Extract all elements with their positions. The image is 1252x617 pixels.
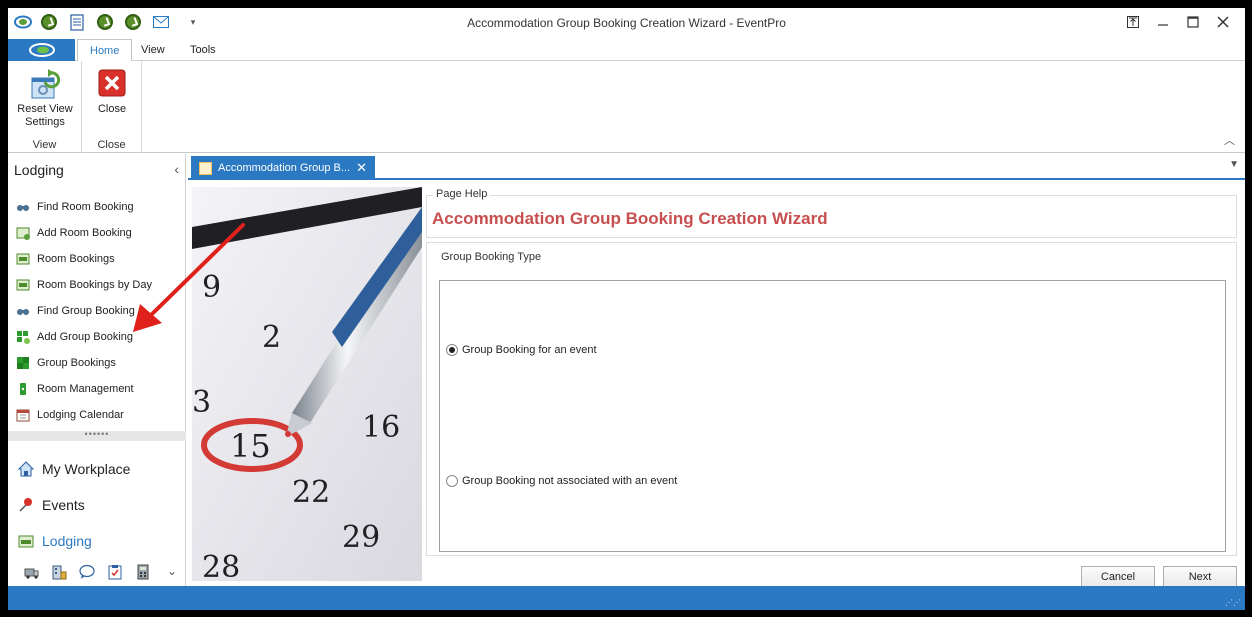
module-events[interactable]: Events: [18, 493, 85, 517]
group-booking-type-panel: Group Booking Type Group Booking for an …: [426, 242, 1237, 556]
resize-grip-icon[interactable]: ⋰⋰: [1225, 598, 1241, 607]
ribbon-group-label-close: Close: [97, 139, 126, 151]
minimize-button[interactable]: [1152, 13, 1174, 33]
pushpin-icon: [18, 497, 34, 513]
app-window: ▾ Accommodation Group Booking Creation W…: [8, 8, 1245, 610]
group-booking-type-label: Group Booking Type: [441, 251, 542, 263]
app-logo-icon: [28, 43, 55, 57]
tab-home[interactable]: Home: [77, 39, 133, 62]
nav-item-add-room-booking[interactable]: Add Room Booking: [16, 223, 132, 243]
nav-footer: ⌄: [8, 558, 186, 586]
close-icon: [98, 69, 126, 97]
clipboard-icon[interactable]: [107, 564, 123, 580]
radio-group-booking-no-event[interactable]: Group Booking not associated with an eve…: [446, 473, 677, 489]
tab-accommodation-group-booking[interactable]: Accommodation Group B... ✕: [191, 156, 375, 180]
calendar-icon: [16, 408, 30, 422]
group-bookings-icon: [16, 356, 30, 370]
svg-text:29: 29: [342, 520, 380, 555]
module-lodging[interactable]: Lodging: [18, 529, 92, 553]
collapse-ribbon-icon[interactable]: ︿: [1224, 132, 1235, 148]
nav-item-room-bookings-by-day[interactable]: Room Bookings by Day: [16, 275, 152, 295]
building-icon[interactable]: [51, 564, 67, 580]
nav-item-add-group-booking[interactable]: Add Group Booking: [16, 327, 133, 347]
calculator-icon[interactable]: [135, 564, 151, 580]
wizard-tab-icon: [199, 161, 212, 175]
navigation-pane: Lodging ‹ Find Room Booking Add Room Boo…: [8, 154, 186, 586]
tab-list-dropdown-icon[interactable]: ▼: [1229, 159, 1239, 170]
chat-icon[interactable]: [79, 564, 95, 580]
document-tab-strip: Accommodation Group B... ✕ ▼: [188, 154, 1245, 180]
ribbon-group-view: Reset View Settings View: [8, 61, 82, 153]
add-group-icon: [16, 330, 30, 344]
collapse-nav-icon[interactable]: ‹: [174, 161, 179, 177]
nav-item-lodging-calendar[interactable]: Lodging Calendar: [16, 405, 124, 425]
window-title: Accommodation Group Booking Creation Wiz…: [467, 16, 786, 30]
page-help-label: Page Help: [433, 188, 491, 200]
chevron-down-icon[interactable]: ⌄: [164, 564, 180, 580]
ribbon-group-close: Close Close: [82, 61, 142, 153]
maximize-button[interactable]: [1182, 13, 1204, 33]
nav-header: Lodging: [14, 162, 64, 178]
home-icon: [17, 461, 35, 477]
module-my-workplace[interactable]: My Workplace: [17, 457, 130, 481]
cancel-button[interactable]: Cancel: [1081, 566, 1155, 588]
room-management-icon: [16, 382, 30, 396]
nav-item-find-group-booking[interactable]: Find Group Booking: [16, 301, 135, 321]
close-window-button[interactable]: [1212, 13, 1234, 33]
binoculars-icon: [16, 304, 30, 318]
calendar-pen-image: 9 2 3 16 22 29 28 15: [192, 187, 422, 581]
svg-text:28: 28: [202, 550, 240, 581]
binoculars-icon: [16, 200, 30, 214]
nav-item-find-room-booking[interactable]: Find Room Booking: [16, 197, 134, 217]
svg-text:3: 3: [192, 385, 211, 420]
tab-tools[interactable]: Tools: [178, 39, 228, 61]
reset-view-settings-button[interactable]: Reset View Settings: [12, 69, 78, 129]
svg-text:9: 9: [202, 270, 221, 305]
next-button[interactable]: Next: [1163, 566, 1237, 588]
nav-item-group-bookings[interactable]: Group Bookings: [16, 353, 116, 373]
ribbon-group-label-view: View: [32, 139, 57, 151]
reset-view-icon: [31, 69, 61, 99]
svg-text:2: 2: [262, 320, 281, 355]
nav-item-room-bookings[interactable]: Room Bookings: [16, 249, 115, 269]
svg-text:15: 15: [230, 427, 271, 465]
file-menu-button[interactable]: [8, 39, 75, 61]
nav-item-room-management[interactable]: Room Management: [16, 379, 134, 399]
svg-text:16: 16: [362, 410, 400, 445]
wizard-title: Accommodation Group Booking Creation Wiz…: [432, 209, 828, 228]
wizard-content: 9 2 3 16 22 29 28 15 Page Help Accommoda…: [188, 182, 1245, 588]
radio-unselected-indicator: [446, 475, 458, 487]
lodging-icon: [18, 533, 34, 549]
radio-selected-indicator: [446, 344, 458, 356]
close-tab-icon[interactable]: ✕: [356, 160, 367, 176]
title-bar: ▾ Accommodation Group Booking Creation W…: [8, 8, 1245, 39]
room-bookings-day-icon: [16, 278, 30, 292]
truck-icon[interactable]: [24, 564, 40, 580]
radio-group-booking-for-event[interactable]: Group Booking for an event: [446, 342, 597, 358]
room-bookings-icon: [16, 252, 30, 266]
ribbon-tab-bar: Home View Tools: [8, 39, 1245, 62]
pin-window-icon[interactable]: [1122, 13, 1144, 33]
ribbon: Reset View Settings View Close Close ︿: [8, 61, 1245, 153]
group-booking-type-options: Group Booking for an event Group Booking…: [439, 280, 1226, 552]
close-button[interactable]: Close: [88, 69, 136, 116]
status-bar: ⋰⋰: [8, 586, 1245, 610]
svg-text:22: 22: [292, 475, 330, 510]
tab-view[interactable]: View: [129, 39, 177, 61]
add-room-icon: [16, 226, 30, 240]
page-help-panel: Page Help Accommodation Group Booking Cr…: [426, 188, 1237, 238]
nav-splitter[interactable]: ••••••: [8, 430, 186, 441]
